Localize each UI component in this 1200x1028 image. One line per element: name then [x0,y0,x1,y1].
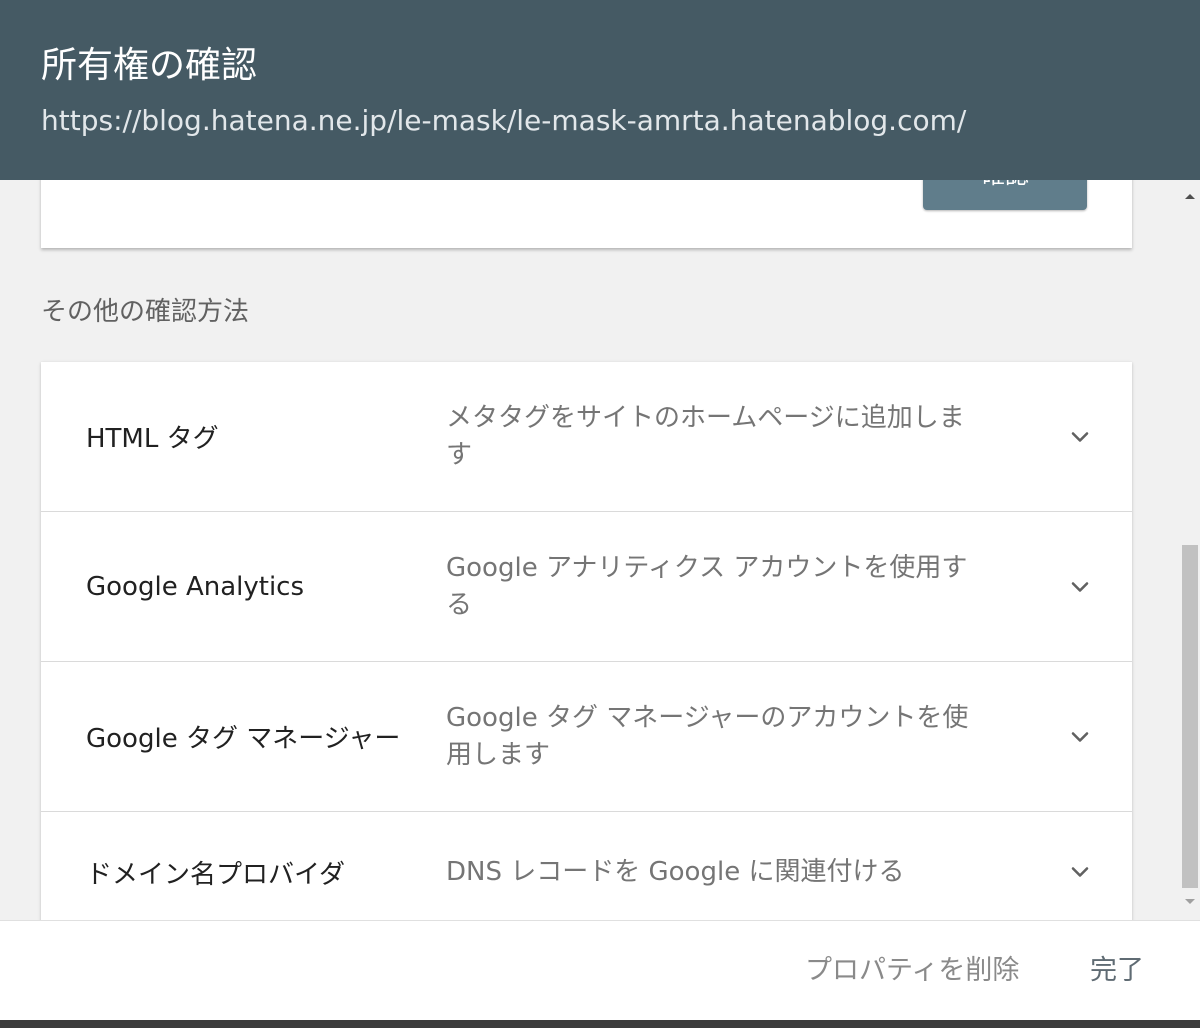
ownership-verification-dialog: 確認 その他の確認方法 HTML タグ メタタグをサイトのホームページに追加しま… [0,0,1200,1028]
chevron-down-icon[interactable] [1066,573,1094,601]
method-name: ドメイン名プロバイダ [86,859,345,890]
scroll-down-arrow-icon[interactable] [1180,892,1200,912]
method-description-line: す [446,439,473,470]
method-google-analytics[interactable]: Google Analytics Google アナリティクス アカウントを使用… [41,512,1132,662]
property-url: https://blog.hatena.ne.jp/le-mask/le-mas… [41,104,967,137]
other-methods-list: HTML タグ メタタグをサイトのホームページに追加しま す Google An… [41,362,1132,920]
method-domain-name-provider[interactable]: ドメイン名プロバイダ DNS レコードを Google に関連付ける [41,812,1132,920]
method-description-line: る [446,589,473,620]
scrollbar-thumb[interactable] [1182,545,1198,888]
method-name: Google Analytics [86,571,305,602]
chevron-down-icon[interactable] [1066,723,1094,751]
method-description-line: DNS レコードを Google に関連付ける [446,856,905,887]
scrollbar[interactable] [1180,180,1200,920]
chevron-down-icon[interactable] [1066,423,1094,451]
method-description: Google アナリティクス アカウントを使用す る [446,512,1016,661]
method-description-line: メタタグをサイトのホームページに追加しま [446,402,965,433]
method-google-tag-manager[interactable]: Google タグ マネージャー Google タグ マネージャーのアカウントを… [41,662,1132,812]
dialog-footer: プロパティを削除 完了 [0,920,1200,1021]
method-html-tag[interactable]: HTML タグ メタタグをサイトのホームページに追加しま す [41,362,1132,512]
done-button[interactable]: 完了 [1090,921,1144,1021]
method-description-line: Google アナリティクス アカウントを使用す [446,552,968,583]
method-description-line: Google タグ マネージャーのアカウントを使 [446,702,969,733]
chevron-down-icon[interactable] [1066,858,1094,886]
window-bottom-edge [0,1020,1200,1028]
method-description: DNS レコードを Google に関連付ける [446,812,1016,920]
other-methods-heading: その他の確認方法 [41,297,250,327]
scroll-up-arrow-icon[interactable] [1180,186,1200,206]
dialog-header: 所有権の確認 https://blog.hatena.ne.jp/le-mask… [0,0,1200,180]
method-description: メタタグをサイトのホームページに追加しま す [446,362,1016,511]
method-name: Google タグ マネージャー [86,724,401,754]
method-description: Google タグ マネージャーのアカウントを使 用します [446,662,1016,811]
delete-property-button[interactable]: プロパティを削除 [805,921,1019,1021]
dialog-title: 所有権の確認 [41,45,258,86]
method-description-line: 用します [446,739,551,770]
method-name: HTML タグ [86,424,219,454]
